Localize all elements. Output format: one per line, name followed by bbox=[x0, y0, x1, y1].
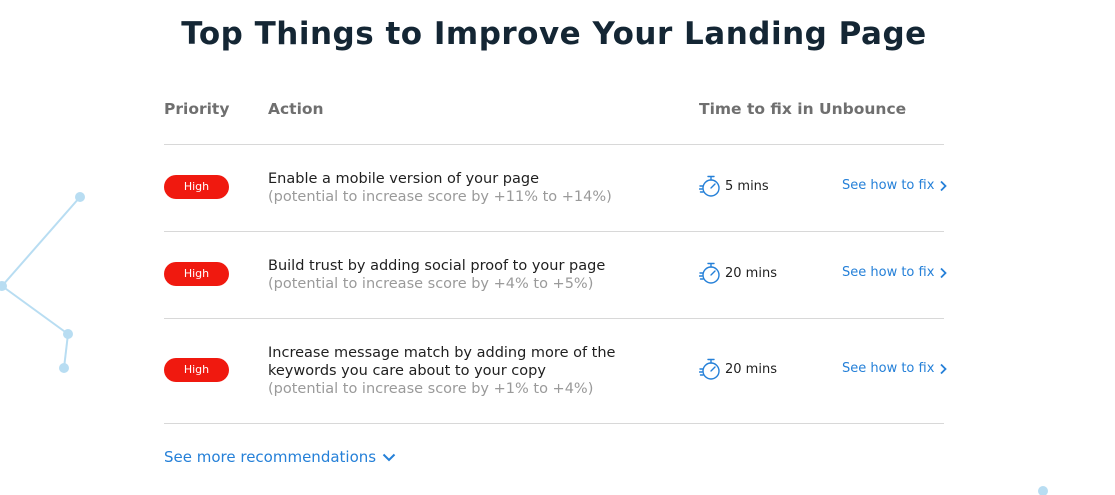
see-how-to-fix-link[interactable]: See how to fix bbox=[842, 361, 948, 376]
action-text: Build trust by adding social proof to yo… bbox=[268, 258, 606, 274]
see-how-to-fix-link[interactable]: See how to fix bbox=[842, 178, 948, 193]
page-title: Top Things to Improve Your Landing Page bbox=[181, 16, 927, 52]
action-cell: Enable a mobile version of your page (po… bbox=[268, 170, 668, 206]
stopwatch-icon bbox=[699, 358, 720, 380]
stopwatch-icon bbox=[699, 262, 720, 284]
chevron-right-icon bbox=[940, 267, 948, 278]
potential-text: (potential to increase score by +11% to … bbox=[268, 189, 612, 205]
time-text: 20 mins bbox=[725, 361, 777, 377]
chevron-right-icon bbox=[940, 363, 948, 374]
column-header-action: Action bbox=[268, 100, 324, 118]
time-text: 5 mins bbox=[725, 178, 769, 194]
time-to-fix: 20 mins bbox=[699, 357, 777, 381]
chevron-right-icon bbox=[940, 180, 948, 191]
table-row: High Build trust by adding social proof … bbox=[164, 232, 954, 318]
column-header-time: Time to fix in Unbounce bbox=[699, 100, 907, 118]
column-header-priority: Priority bbox=[164, 100, 230, 118]
action-cell: Increase message match by adding more of… bbox=[268, 344, 638, 398]
stopwatch-icon bbox=[699, 175, 720, 197]
potential-text: (potential to increase score by +1% to +… bbox=[268, 381, 594, 397]
action-text: Increase message match by adding more of… bbox=[268, 345, 616, 379]
table-row: High Increase message match by adding mo… bbox=[164, 319, 954, 423]
time-to-fix: 20 mins bbox=[699, 261, 777, 285]
chevron-down-icon bbox=[382, 453, 396, 461]
see-how-to-fix-label: See how to fix bbox=[842, 265, 935, 280]
see-more-recommendations-link[interactable]: See more recommendations bbox=[164, 448, 396, 466]
see-how-to-fix-label: See how to fix bbox=[842, 178, 935, 193]
priority-badge: High bbox=[164, 262, 229, 286]
see-more-label: See more recommendations bbox=[164, 448, 377, 466]
priority-badge: High bbox=[164, 358, 229, 382]
see-how-to-fix-link[interactable]: See how to fix bbox=[842, 265, 948, 280]
potential-text: (potential to increase score by +4% to +… bbox=[268, 276, 594, 292]
see-how-to-fix-label: See how to fix bbox=[842, 361, 935, 376]
action-cell: Build trust by adding social proof to yo… bbox=[268, 257, 668, 293]
priority-badge: High bbox=[164, 175, 229, 199]
action-text: Enable a mobile version of your page bbox=[268, 171, 540, 187]
row-divider bbox=[164, 423, 944, 424]
time-text: 20 mins bbox=[725, 265, 777, 281]
time-to-fix: 5 mins bbox=[699, 174, 769, 198]
recommendations-page: Top Things to Improve Your Landing Page … bbox=[0, 0, 1115, 495]
table-row: High Enable a mobile version of your pag… bbox=[164, 145, 954, 231]
